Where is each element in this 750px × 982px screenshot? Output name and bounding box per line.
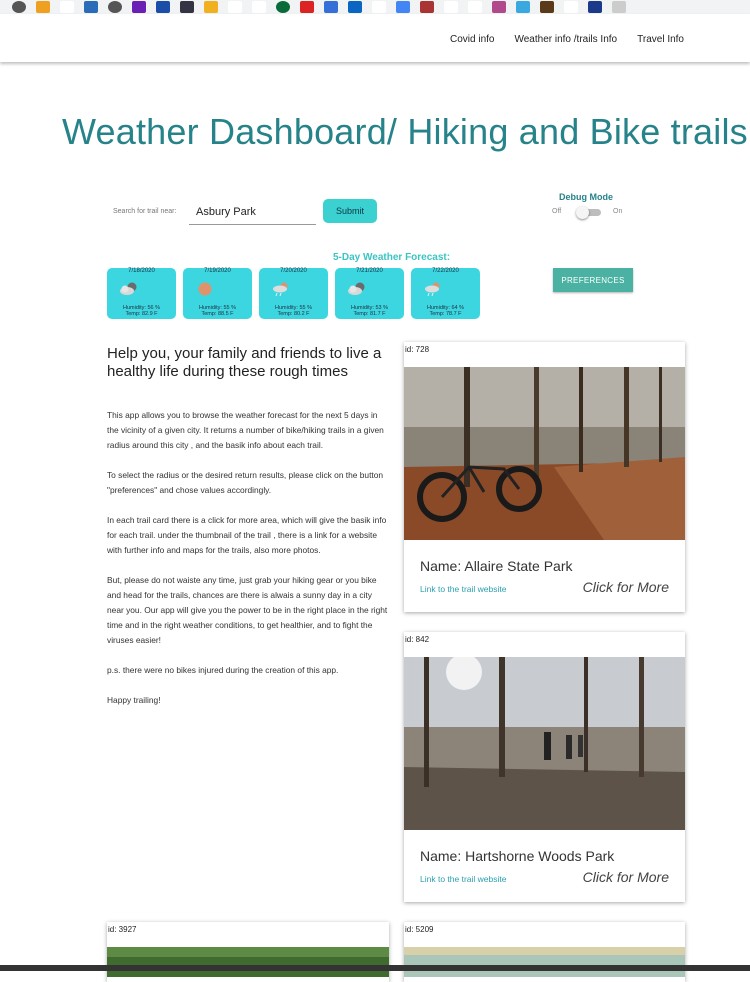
forecast-temp: Temp: 82.9 F [125, 311, 158, 317]
forecast-temp: Temp: 78.7 F [429, 311, 462, 317]
bookmarks-bar [0, 0, 750, 14]
docs-icon[interactable] [396, 1, 410, 13]
cloudy-icon [120, 282, 137, 295]
intro-paragraph: p.s. there were no bikes injured during … [107, 665, 339, 675]
folder-icon[interactable] [612, 1, 626, 13]
bookmark-icon[interactable] [180, 1, 194, 13]
nav-link-covid[interactable]: Covid info [450, 34, 494, 45]
trail-thumbnail[interactable] [404, 657, 685, 830]
bookmark-icon[interactable] [420, 1, 434, 13]
spiral-icon[interactable] [444, 1, 458, 13]
forecast-date: 7/18/2020 [128, 268, 155, 274]
forecast-day-card: 7/21/2020 Humidity: 53 % Temp: 81.7 F [335, 268, 404, 319]
debug-off-label: Off [552, 208, 562, 215]
debug-mode-title: Debug Mode [559, 192, 613, 202]
trail-id: id: 728 [405, 345, 430, 354]
yahoo-icon[interactable] [132, 1, 146, 13]
paypal-icon[interactable] [468, 1, 482, 13]
swoosh-icon[interactable] [228, 1, 242, 13]
forecast-date: 7/19/2020 [204, 268, 231, 274]
trail-id: id: 5209 [405, 925, 434, 934]
trail-name: Name: Allaire State Park [420, 558, 573, 574]
forecast-day-card: 7/22/2020 Humidity: 64 % Temp: 78.7 F [411, 268, 480, 319]
forecast-day-card: 7/19/2020 Humidity: 55 % Temp: 88.5 F [183, 268, 252, 319]
forecast-title: 5-Day Weather Forecast: [333, 252, 451, 263]
globe-icon[interactable] [108, 1, 122, 13]
bookmark-icon[interactable] [300, 1, 314, 13]
bookmark-icon[interactable] [492, 1, 506, 13]
search-label: Search for trail near: [113, 208, 177, 215]
ups-icon[interactable] [540, 1, 554, 13]
intro-paragraph: To select the radius or the desired retu… [107, 470, 384, 495]
trail-card: id: 842 Name: Hartshorne Woods Park Link… [404, 632, 685, 902]
trail-name: Name: Hartshorne Woods Park [420, 848, 615, 864]
search-input[interactable] [189, 199, 316, 225]
submit-button[interactable]: Submit [323, 199, 377, 223]
bookmark-icon[interactable] [324, 1, 338, 13]
globe-icon[interactable] [12, 1, 26, 13]
intro-body: This app allows you to browse the weathe… [107, 408, 390, 723]
intro-paragraph: This app allows you to browse the weathe… [107, 410, 384, 450]
forecast-temp: Temp: 81.7 F [353, 311, 386, 317]
forecast-day-card: 7/20/2020 Humidity: 55 % Temp: 80.2 F [259, 268, 328, 319]
taskbar-strip [0, 965, 750, 971]
debug-toggle[interactable] [576, 206, 589, 219]
chase-icon[interactable] [156, 1, 170, 13]
forecast-row: 7/18/2020 Humidity: 56 % Temp: 82.9 F 7/… [107, 268, 480, 319]
chart-icon[interactable] [204, 1, 218, 13]
forecast-date: 7/22/2020 [432, 268, 459, 274]
nav-link-weather-trails[interactable]: Weather info /trails Info [514, 34, 617, 45]
click-for-more-button[interactable]: Click for More [583, 869, 669, 885]
trail-thumbnail[interactable] [404, 367, 685, 540]
page-title: Weather Dashboard/ Hiking and Bike trail… [62, 111, 748, 152]
click-for-more-button[interactable]: Click for More [583, 579, 669, 595]
trail-card: id: 728 Name: Allaire State Park Link to… [404, 342, 685, 612]
starbucks-icon[interactable] [276, 1, 290, 13]
star-icon[interactable] [516, 1, 530, 13]
rain-icon [425, 282, 440, 297]
citi-icon[interactable] [60, 1, 74, 13]
forecast-date: 7/20/2020 [280, 268, 307, 274]
trail-id: id: 842 [405, 635, 430, 644]
forecast-date: 7/21/2020 [356, 268, 383, 274]
nav-links: Covid info Weather info /trails Info Tra… [450, 34, 684, 45]
nav-link-travel[interactable]: Travel Info [637, 34, 684, 45]
preferences-button[interactable]: PREFERENCES [553, 268, 633, 292]
dots-icon[interactable] [564, 1, 578, 13]
trail-thumbnail[interactable] [107, 947, 389, 977]
top-navbar: Covid info Weather info /trails Info Tra… [0, 14, 750, 62]
intro-heading: Help you, your family and friends to liv… [107, 345, 382, 380]
rain-icon [273, 282, 288, 297]
intro-paragraph: In each trail card there is a click for … [107, 515, 387, 555]
intro-paragraph: But, please do not waiste any time, just… [107, 575, 388, 645]
trail-website-link[interactable]: Link to the trail website [420, 874, 506, 884]
fx-icon[interactable] [36, 1, 50, 13]
trail-thumbnail[interactable] [404, 947, 685, 977]
trail-id: id: 3927 [108, 925, 137, 934]
forecast-temp: Temp: 88.5 F [201, 311, 234, 317]
bolt-icon[interactable] [252, 1, 266, 13]
cloudy-icon [348, 282, 365, 295]
sun-icon [198, 282, 212, 296]
trail-card: id: 3927 [107, 922, 389, 982]
amex-icon[interactable] [84, 1, 98, 13]
intro-paragraph: Happy trailing! [107, 695, 161, 705]
trail-card: id: 5209 [404, 922, 685, 982]
bookmark-icon[interactable] [588, 1, 602, 13]
linkedin-icon[interactable] [348, 1, 362, 13]
debug-on-label: On [613, 208, 623, 215]
google-icon[interactable] [372, 1, 386, 13]
forecast-day-card: 7/18/2020 Humidity: 56 % Temp: 82.9 F [107, 268, 176, 319]
trail-website-link[interactable]: Link to the trail website [420, 584, 506, 594]
forecast-temp: Temp: 80.2 F [277, 311, 310, 317]
